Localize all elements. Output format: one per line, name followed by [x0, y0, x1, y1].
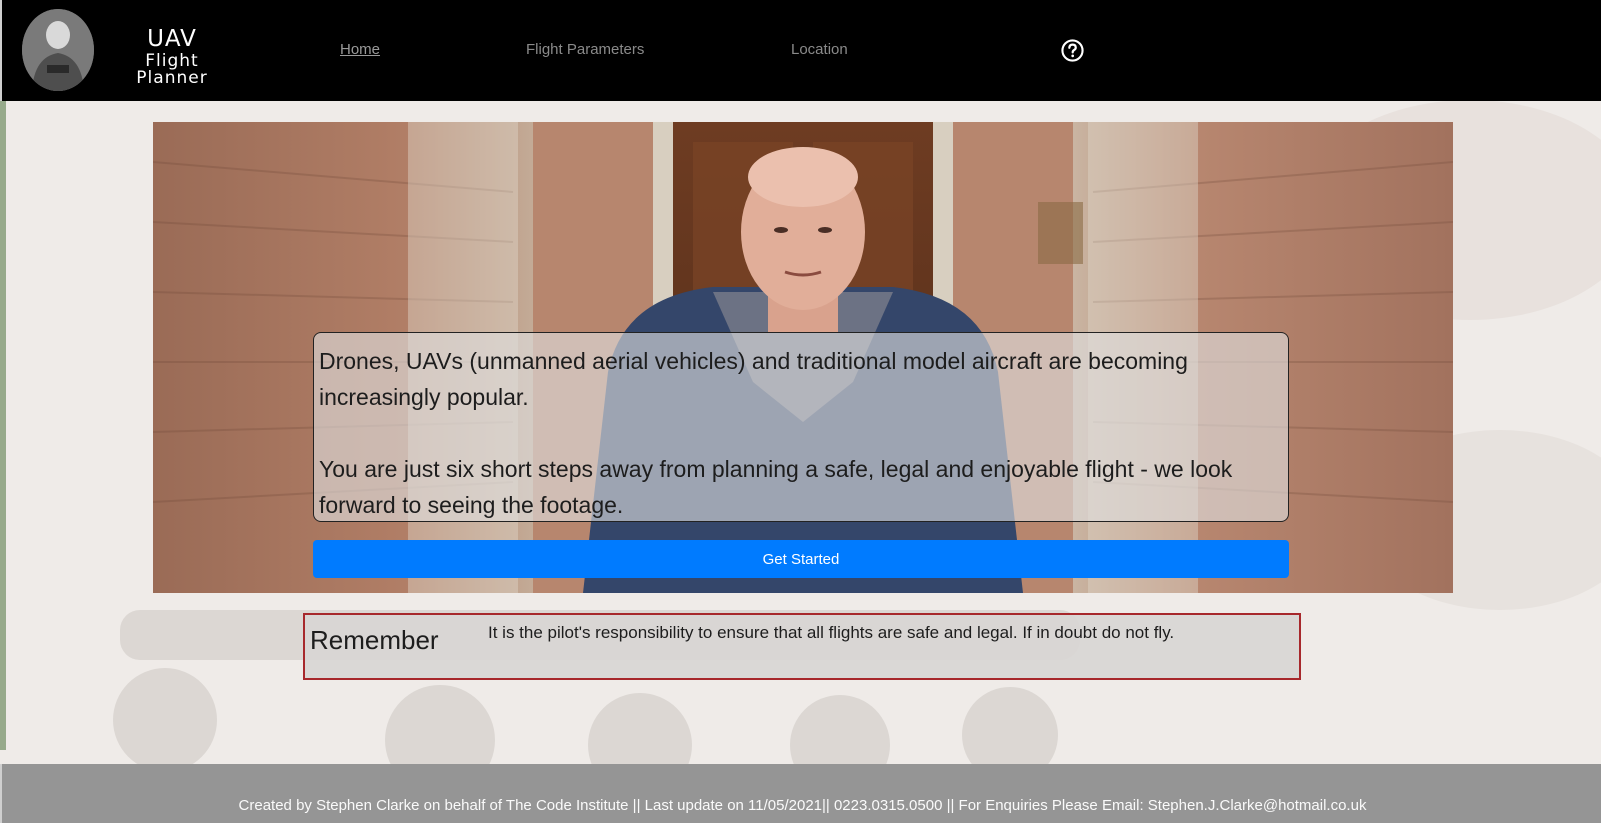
logo-title: UAV: [147, 26, 197, 52]
hero-intro-box: Drones, UAVs (unmanned aerial vehicles) …: [313, 332, 1289, 522]
remember-notice: Remember It is the pilot's responsibilit…: [303, 613, 1301, 680]
remember-text: It is the pilot's responsibility to ensu…: [488, 623, 1175, 642]
footer-text: Created by Stephen Clarke on behalf of T…: [238, 797, 1367, 814]
logo-avatar[interactable]: [22, 9, 94, 91]
site-logo[interactable]: UAV Flight Planner: [112, 28, 232, 87]
nav-link-location[interactable]: Location: [791, 41, 848, 58]
nav-link-home[interactable]: Home: [340, 41, 380, 58]
nav-link-flight-parameters[interactable]: Flight Parameters: [526, 41, 644, 58]
hero-banner: Drones, UAVs (unmanned aerial vehicles) …: [153, 122, 1453, 593]
footer: Created by Stephen Clarke on behalf of T…: [0, 764, 1601, 823]
help-icon[interactable]: [1061, 39, 1084, 62]
remember-title: Remember: [310, 625, 439, 655]
logo-subtitle: Flight Planner: [136, 51, 208, 88]
get-started-button[interactable]: Get Started: [313, 540, 1289, 578]
hero-paragraph-2: You are just six short steps away from p…: [319, 456, 1233, 518]
hero-paragraph-1: Drones, UAVs (unmanned aerial vehicles) …: [319, 348, 1188, 410]
top-navbar: UAV Flight Planner Home Flight Parameter…: [0, 0, 1601, 101]
avatar-photo-icon: [22, 9, 94, 91]
